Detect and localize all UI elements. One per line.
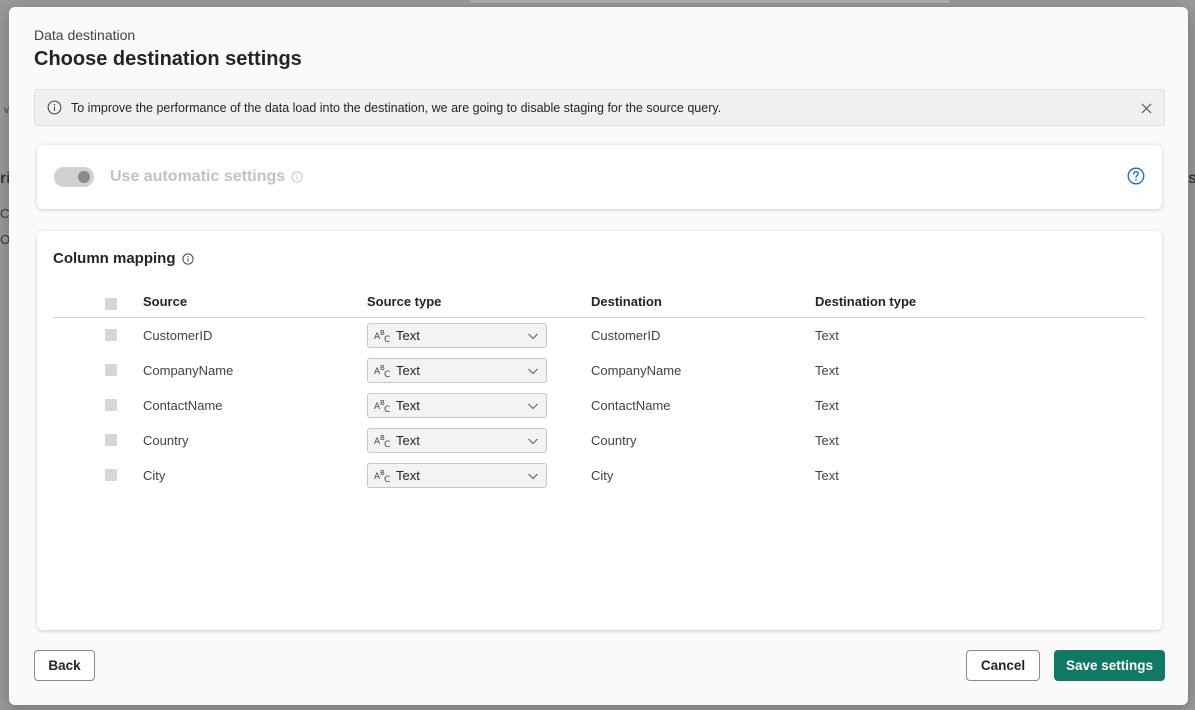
svg-text:C: C <box>384 335 390 343</box>
destination-column: City <box>591 468 614 483</box>
staging-info-banner: To improve the performance of the data l… <box>34 89 1165 126</box>
source-column: ContactName <box>143 398 223 413</box>
table-row: City ABC Text City Text <box>53 458 1145 493</box>
row-checkbox[interactable] <box>105 434 117 446</box>
save-settings-button[interactable]: Save settings <box>1054 650 1165 681</box>
close-icon[interactable] <box>1137 99 1155 117</box>
info-icon[interactable] <box>181 252 194 265</box>
text-type-icon: ABC <box>374 399 392 413</box>
text-type-icon: ABC <box>374 434 392 448</box>
header-source-type: Source type <box>367 294 442 309</box>
automatic-settings-toggle[interactable] <box>54 167 94 187</box>
dialog-eyebrow: Data destination <box>34 27 136 43</box>
destination-type: Text <box>815 363 839 378</box>
source-type-value: Text <box>396 363 420 378</box>
source-column: CustomerID <box>143 328 213 343</box>
automatic-settings-label: Use automatic settings <box>110 168 286 185</box>
row-checkbox[interactable] <box>105 329 117 341</box>
chevron-down-icon <box>527 365 539 377</box>
text-type-icon: ABC <box>374 469 392 483</box>
help-icon[interactable] <box>1127 167 1145 185</box>
row-checkbox[interactable] <box>105 399 117 411</box>
dialog-title: Choose destination settings <box>34 48 302 70</box>
destination-column: CustomerID <box>591 328 661 343</box>
source-type-value: Text <box>396 328 420 343</box>
destination-type: Text <box>815 398 839 413</box>
column-mapping-card: Column mapping Source Source type Destin… <box>37 231 1162 630</box>
destination-type: Text <box>815 468 839 483</box>
chevron-down-icon <box>527 330 539 342</box>
header-source: Source <box>143 294 188 309</box>
source-column: Country <box>143 433 189 448</box>
table-row: ContactName ABC Text ContactName Text <box>53 388 1145 423</box>
source-column: City <box>143 468 166 483</box>
table-row: CompanyName ABC Text CompanyName Text <box>53 353 1145 388</box>
svg-text:C: C <box>384 370 390 378</box>
column-mapping-title: Column mapping <box>53 250 194 267</box>
source-type-select[interactable]: ABC Text <box>367 323 547 348</box>
header-destination: Destination <box>591 294 662 309</box>
source-column: CompanyName <box>143 363 234 378</box>
cancel-button[interactable]: Cancel <box>966 650 1040 681</box>
destination-column: ContactName <box>591 398 671 413</box>
source-type-select[interactable]: ABC Text <box>367 358 547 383</box>
column-mapping-label: Column mapping <box>53 250 176 267</box>
source-type-value: Text <box>396 433 420 448</box>
automatic-settings-card: Use automatic settings <box>37 145 1162 209</box>
source-type-value: Text <box>396 468 420 483</box>
background-text: s <box>1188 170 1195 187</box>
chevron-down-icon <box>527 435 539 447</box>
destination-settings-dialog: Data destination Choose destination sett… <box>9 7 1188 705</box>
select-all-checkbox[interactable] <box>105 298 117 310</box>
header-destination-type: Destination type <box>815 294 917 309</box>
table-row: Country ABC Text Country Text <box>53 423 1145 458</box>
svg-text:C: C <box>384 405 390 413</box>
destination-column: CompanyName <box>591 363 682 378</box>
background-text: C <box>0 206 10 221</box>
toggle-knob <box>78 171 90 183</box>
mapping-table-header: Source Source type Destination Destinati… <box>53 293 1145 318</box>
table-row: CustomerID ABC Text CustomerID Text <box>53 318 1145 353</box>
destination-type: Text <box>815 328 839 343</box>
info-icon[interactable] <box>291 171 303 183</box>
source-type-value: Text <box>396 398 420 413</box>
info-icon <box>47 100 62 115</box>
text-type-icon: ABC <box>374 329 392 343</box>
svg-text:C: C <box>384 440 390 448</box>
row-checkbox[interactable] <box>105 364 117 376</box>
row-checkbox[interactable] <box>105 469 117 481</box>
source-type-select[interactable]: ABC Text <box>367 428 547 453</box>
background-search-bar <box>470 0 950 3</box>
banner-message: To improve the performance of the data l… <box>71 100 722 115</box>
destination-type: Text <box>815 433 839 448</box>
text-type-icon: ABC <box>374 364 392 378</box>
svg-text:C: C <box>384 475 390 483</box>
chevron-down-icon <box>527 400 539 412</box>
chevron-down-icon <box>527 470 539 482</box>
source-type-select[interactable]: ABC Text <box>367 463 547 488</box>
back-button[interactable]: Back <box>34 650 95 681</box>
destination-column: Country <box>591 433 637 448</box>
source-type-select[interactable]: ABC Text <box>367 393 547 418</box>
